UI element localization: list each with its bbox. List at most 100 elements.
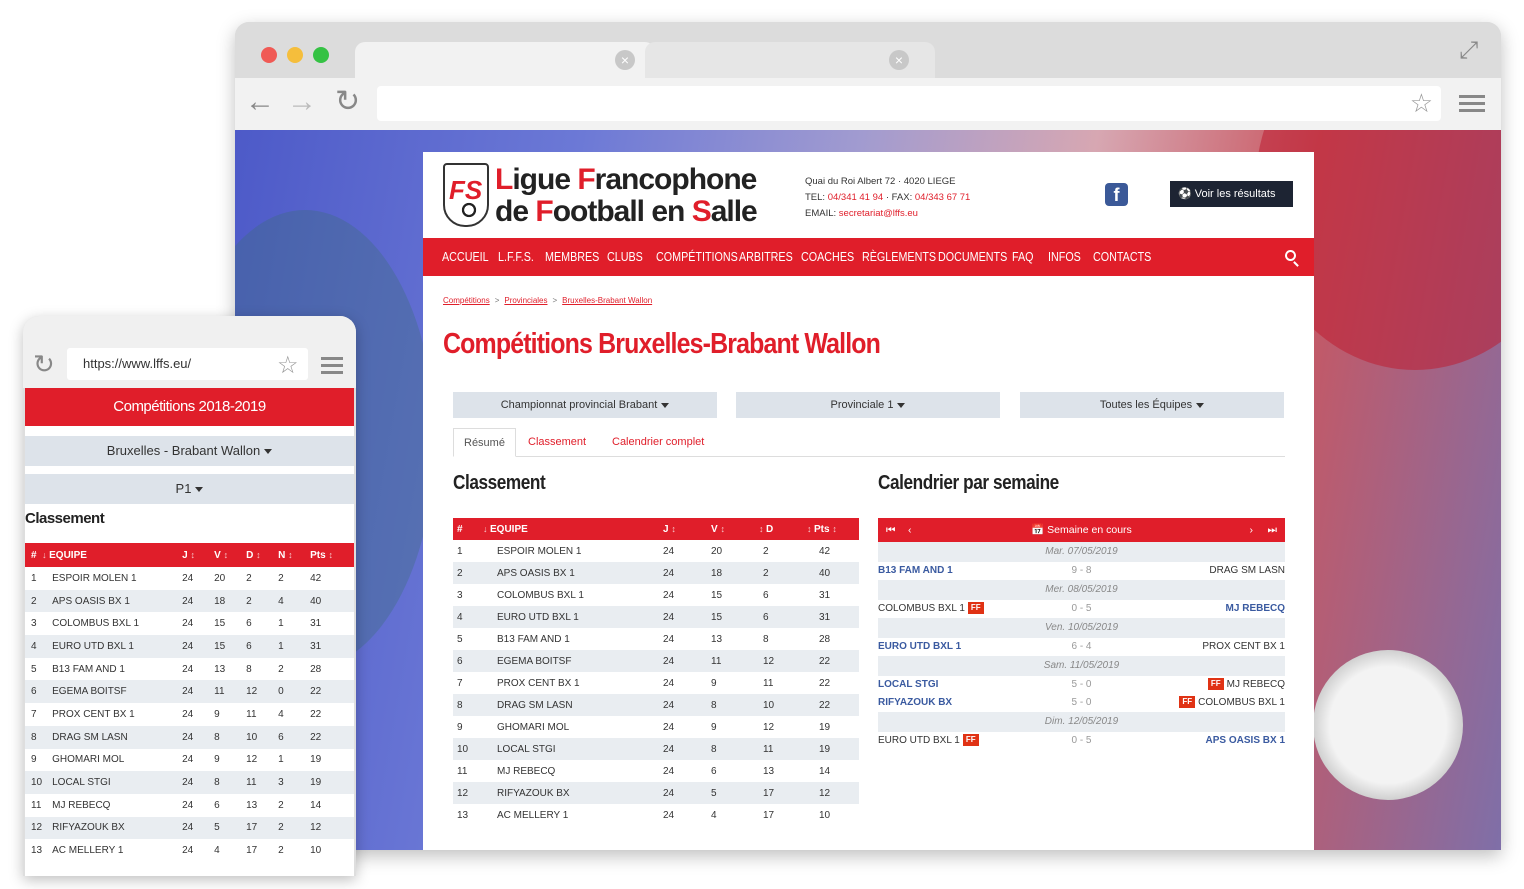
- table-row[interactable]: 13 AC MELLERY 1 24 4 17 10: [453, 804, 859, 826]
- browser-tab[interactable]: ×: [645, 42, 935, 78]
- facebook-icon[interactable]: f: [1105, 183, 1128, 206]
- tab-classement[interactable]: Classement: [518, 428, 596, 457]
- nav-item-arbitres[interactable]: ARBITRES: [739, 238, 793, 276]
- url-input[interactable]: ☆: [377, 86, 1441, 121]
- nav-item-lffs[interactable]: L.F.F.S.: [498, 238, 534, 276]
- match-row[interactable]: 9 - 8 B13 FAM AND 1 DRAG SM LASN: [878, 562, 1285, 580]
- table-row[interactable]: 10 LOCAL STGI 24 8 11 3 19: [25, 771, 354, 794]
- minimize-window-icon[interactable]: [287, 47, 303, 63]
- fax-link[interactable]: 04/343 67 71: [915, 192, 970, 203]
- table-row[interactable]: 6 EGEMA BOITSF 24 11 12 22: [453, 650, 859, 672]
- team-select[interactable]: Toutes les Équipes: [1020, 392, 1284, 418]
- forward-arrow-icon[interactable]: →: [287, 87, 317, 117]
- mobile-division-select[interactable]: P1: [25, 474, 354, 504]
- tab-resume[interactable]: Résumé: [453, 428, 516, 457]
- col-draw[interactable]: N ↕: [278, 543, 311, 567]
- nav-item-infos[interactable]: INFOS: [1048, 238, 1081, 276]
- col-points[interactable]: ↕ Pts ↕: [807, 518, 859, 540]
- search-icon[interactable]: [1285, 250, 1296, 261]
- nav-item-reglements[interactable]: RÈGLEMENTS: [862, 238, 936, 276]
- col-played[interactable]: J ↕: [182, 543, 215, 567]
- nav-item-faq[interactable]: FAQ: [1012, 238, 1034, 276]
- col-won[interactable]: V ↕: [214, 543, 247, 567]
- site-logo-text[interactable]: Ligue Francophone de Football en Salle: [495, 164, 758, 228]
- star-icon[interactable]: ☆: [1410, 88, 1433, 118]
- table-row[interactable]: 9 GHOMARI MOL 24 9 12 1 19: [25, 749, 354, 772]
- next-week-icon[interactable]: ›: [1250, 518, 1254, 542]
- nav-item-documents[interactable]: DOCUMENTS: [938, 238, 1007, 276]
- match-row[interactable]: 6 - 4 EURO UTD BXL 1 PROX CENT BX 1: [878, 638, 1285, 656]
- col-lost[interactable]: D ↕: [246, 543, 279, 567]
- address-toolbar: ← → ↻ ☆: [235, 78, 1501, 130]
- breadcrumb-competitions[interactable]: Compétitions: [443, 296, 490, 305]
- table-row[interactable]: 1 ESPOIR MOLEN 1 24 20 2 2 42: [25, 567, 354, 590]
- nav-item-clubs[interactable]: CLUBS: [607, 238, 643, 276]
- nav-item-coaches[interactable]: COACHES: [801, 238, 854, 276]
- maximize-window-icon[interactable]: [313, 47, 329, 63]
- played-cell: 24: [182, 754, 194, 766]
- match-row[interactable]: 0 - 5 EURO UTD BXL 1 FF APS OASIS BX 1: [878, 732, 1285, 750]
- view-results-button[interactable]: ⚽ Voir les résultats: [1170, 181, 1293, 207]
- table-row[interactable]: 5 B13 FAM AND 1 24 13 8 2 28: [25, 658, 354, 681]
- table-row[interactable]: 1 ESPOIR MOLEN 1 24 20 2 42: [453, 540, 859, 562]
- table-row[interactable]: 11 MJ REBECQ 24 6 13 2 14: [25, 794, 354, 817]
- table-row[interactable]: 4 EURO UTD BXL 1 24 15 6 31: [453, 606, 859, 628]
- match-row[interactable]: 5 - 0 RIFYAZOUK BX FF COLOMBUS BXL 1: [878, 694, 1285, 712]
- table-row[interactable]: 12 RIFYAZOUK BX 24 5 17 2 12: [25, 816, 354, 840]
- breadcrumb-provinciales[interactable]: Provinciales: [504, 296, 547, 305]
- table-row[interactable]: 8 DRAG SM LASN 24 8 10 6 22: [25, 725, 354, 749]
- table-row[interactable]: 12 RIFYAZOUK BX 24 5 17 12: [453, 782, 859, 804]
- nav-item-membres[interactable]: MEMBRES: [545, 238, 599, 276]
- match-row[interactable]: 5 - 0 LOCAL STGI FF MJ REBECQ: [878, 676, 1285, 694]
- nav-item-contacts[interactable]: CONTACTS: [1093, 238, 1151, 276]
- menu-icon[interactable]: [1459, 95, 1485, 113]
- table-row[interactable]: 10 LOCAL STGI 24 8 11 19: [453, 738, 859, 760]
- tab-close-icon[interactable]: ×: [889, 50, 909, 70]
- col-team[interactable]: ↓ EQUIPE: [42, 543, 183, 567]
- table-row[interactable]: 5 B13 FAM AND 1 24 13 8 28: [453, 628, 859, 650]
- table-row[interactable]: 8 DRAG SM LASN 24 8 10 22: [453, 694, 859, 716]
- first-week-icon[interactable]: ⏮: [886, 518, 895, 542]
- table-row[interactable]: 7 PROX CENT BX 1 24 9 11 22: [453, 672, 859, 694]
- col-rank[interactable]: #: [25, 543, 43, 567]
- col-won[interactable]: V ↕: [711, 518, 759, 540]
- reload-icon[interactable]: ↻: [33, 349, 55, 379]
- browser-tab-active[interactable]: ×: [355, 42, 655, 78]
- star-icon[interactable]: ☆: [277, 351, 299, 381]
- close-window-icon[interactable]: [261, 47, 277, 63]
- logo-badge-icon[interactable]: FS: [443, 163, 489, 227]
- breadcrumb-region[interactable]: Bruxelles-Brabant Wallon: [562, 296, 652, 305]
- table-row[interactable]: 7 PROX CENT BX 1 24 9 11 4 22: [25, 703, 354, 726]
- mobile-region-select[interactable]: Bruxelles - Brabant Wallon: [25, 436, 354, 466]
- table-row[interactable]: 3 COLOMBUS BXL 1 24 15 6 31: [453, 584, 859, 606]
- email-link[interactable]: secretariat@lffs.eu: [839, 208, 918, 219]
- menu-icon[interactable]: [321, 357, 343, 375]
- mobile-url-input[interactable]: https://www.lffs.eu/: [67, 348, 308, 380]
- prev-week-icon[interactable]: ‹: [908, 518, 912, 542]
- table-row[interactable]: 9 GHOMARI MOL 24 9 12 19: [453, 716, 859, 738]
- division-select[interactable]: Provinciale 1: [736, 392, 1000, 418]
- table-row[interactable]: 3 COLOMBUS BXL 1 24 15 6 1 31: [25, 612, 354, 635]
- table-row[interactable]: 2 APS OASIS BX 1 24 18 2 4 40: [25, 589, 354, 613]
- table-row[interactable]: 11 MJ REBECQ 24 6 13 14: [453, 760, 859, 782]
- back-arrow-icon[interactable]: ←: [245, 87, 275, 117]
- table-row[interactable]: 4 EURO UTD BXL 1 24 15 6 1 31: [25, 635, 354, 658]
- nav-item-accueil[interactable]: ACCUEIL: [442, 238, 489, 276]
- col-lost[interactable]: ↕ D: [759, 518, 807, 540]
- table-row[interactable]: 13 AC MELLERY 1 24 4 17 2 10: [25, 839, 354, 862]
- table-row[interactable]: 2 APS OASIS BX 1 24 18 2 40: [453, 562, 859, 584]
- reload-icon[interactable]: ↻: [335, 87, 360, 117]
- last-week-icon[interactable]: ⏭: [1268, 518, 1277, 542]
- nav-item-competitions[interactable]: COMPÉTITIONS: [656, 238, 738, 276]
- col-rank[interactable]: #: [453, 518, 483, 540]
- championship-select[interactable]: Championnat provincial Brabant: [453, 392, 717, 418]
- col-points[interactable]: Pts ↕: [310, 543, 354, 567]
- table-row[interactable]: 6 EGEMA BOITSF 24 11 12 0 22: [25, 680, 354, 704]
- phone-link[interactable]: 04/341 41 94: [828, 192, 883, 203]
- expand-icon[interactable]: ⤢: [1459, 36, 1478, 66]
- col-team[interactable]: ↓ EQUIPE: [483, 518, 663, 540]
- col-played[interactable]: J ↕: [663, 518, 711, 540]
- tab-calendrier-complet[interactable]: Calendrier complet: [602, 428, 714, 457]
- tab-close-icon[interactable]: ×: [615, 50, 635, 70]
- match-row[interactable]: 0 - 5 COLOMBUS BXL 1 FF MJ REBECQ: [878, 600, 1285, 618]
